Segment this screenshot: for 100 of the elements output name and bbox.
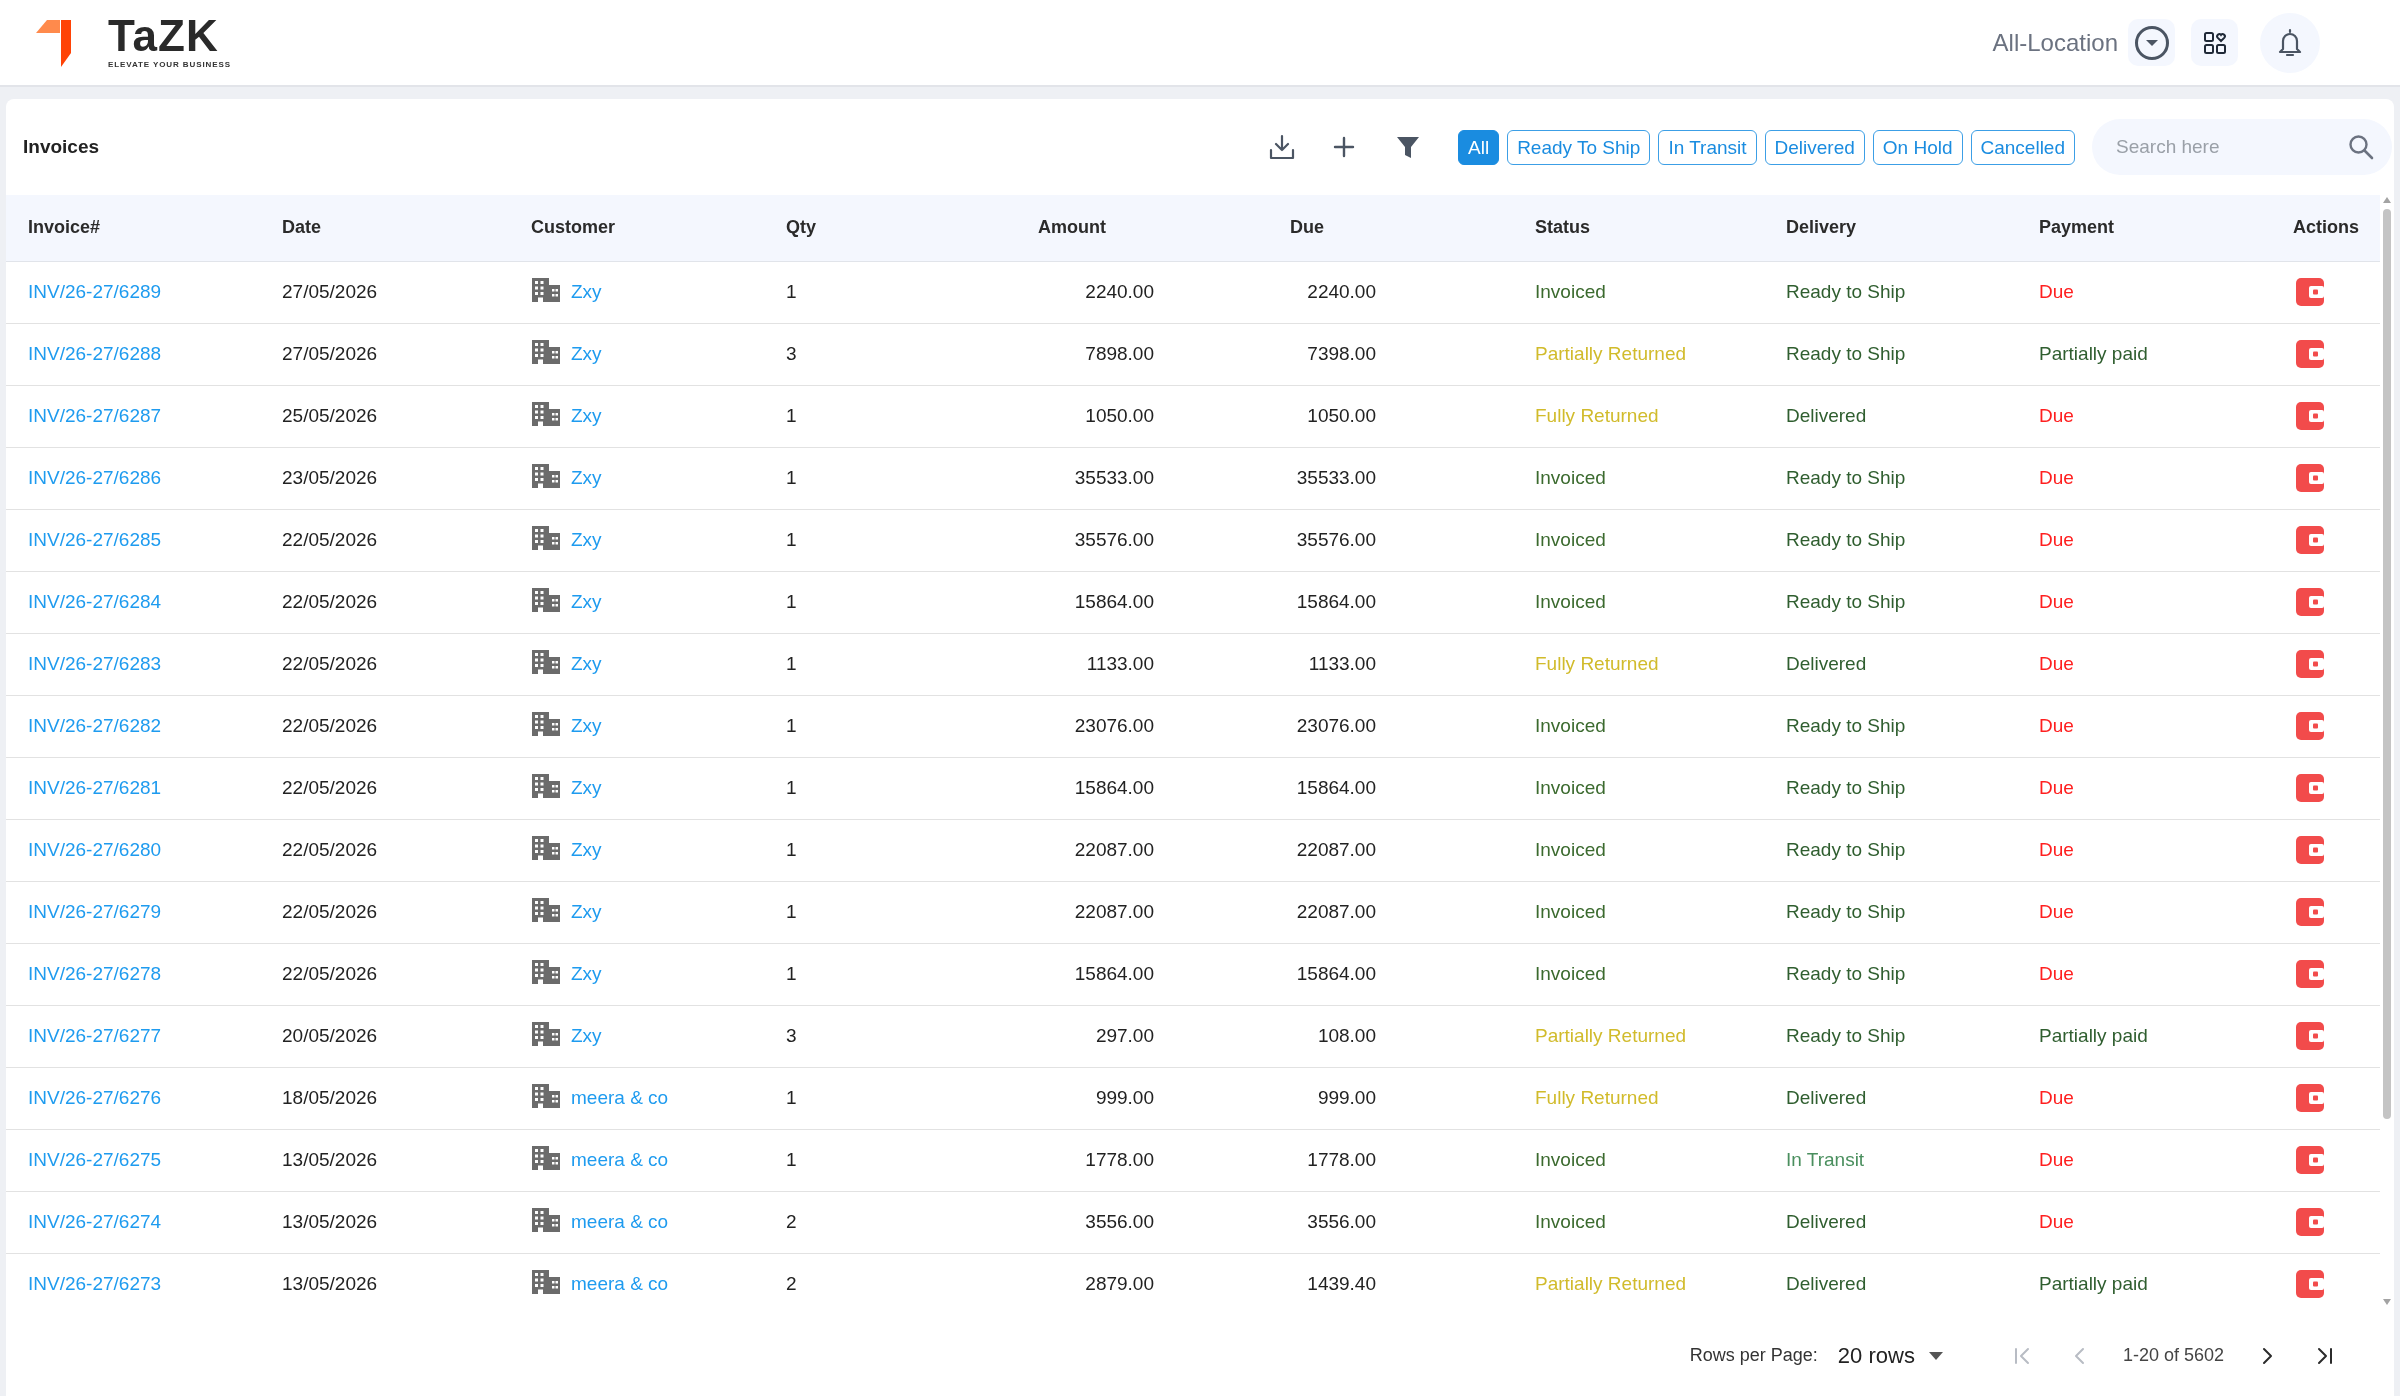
customer-link[interactable]: Zxy [571,343,602,365]
rows-per-page-label: Rows per Page: [1689,1344,1818,1367]
table-cell: Invoiced [1513,881,1764,943]
table-cell: Ready to Ship [1764,757,2017,819]
wallet-icon[interactable] [2296,402,2324,431]
invoice-link[interactable]: INV/26-27/6275 [28,1148,162,1170]
wallet-icon[interactable] [2296,836,2324,865]
invoice-link[interactable]: INV/26-27/6287 [28,404,162,426]
wallet-icon[interactable] [2296,650,2324,679]
customer-link[interactable]: Zxy [571,653,602,675]
customer-link[interactable]: Zxy [571,901,602,923]
invoice-link[interactable]: INV/26-27/6274 [28,1210,162,1232]
column-header: Date [260,195,509,261]
wallet-icon[interactable] [2296,340,2324,369]
invoice-link[interactable]: INV/26-27/6285 [28,528,162,550]
grid-heart-icon [2203,31,2226,54]
invoice-link[interactable]: INV/26-27/6277 [28,1024,162,1046]
wallet-icon[interactable] [2296,898,2324,927]
wallet-icon[interactable] [2296,588,2324,617]
table-cell: 22087.00 [964,819,1176,881]
invoice-link[interactable]: INV/26-27/6288 [28,342,162,364]
filter-tab[interactable]: Ready To Ship [1507,129,1651,165]
table-cell: 22/05/2026 [260,695,509,757]
customer-link[interactable]: Zxy [571,529,602,551]
invoice-link[interactable]: INV/26-27/6283 [28,652,162,674]
customer-link[interactable]: meera & co [571,1273,669,1295]
table-cell: Ready to Ship [1764,261,2017,323]
customer-link[interactable]: meera & co [571,1211,669,1233]
dropdown-circle-icon [2133,24,2170,61]
filter-tab[interactable]: In Transit [1658,129,1757,165]
table-cell: 1 [764,1067,964,1129]
table-cell: Invoiced [1513,757,1764,819]
table-cell: Invoiced [1513,447,1764,509]
wallet-icon[interactable] [2296,960,2324,989]
customer-link[interactable]: meera & co [571,1149,669,1171]
customer-link[interactable]: Zxy [571,281,602,303]
download-icon[interactable] [1268,133,1296,161]
rows-per-page-select[interactable]: 20 rows [1837,1339,1943,1372]
building-icon [531,959,561,986]
scrollbar-thumb[interactable] [2383,209,2391,1119]
invoice-link[interactable]: INV/26-27/6276 [28,1086,162,1108]
customer-link[interactable]: Zxy [571,839,602,861]
customer-link[interactable]: Zxy [571,467,602,489]
table-cell: 15864.00 [964,943,1176,1005]
table-cell: 1 [764,571,964,633]
column-header: Delivery [1764,195,2017,261]
table-cell: Ready to Ship [1764,881,2017,943]
invoice-link[interactable]: INV/26-27/6286 [28,466,162,488]
filter-tab[interactable]: On Hold [1872,129,1963,165]
customer-link[interactable]: meera & co [571,1087,669,1109]
table-cell: Ready to Ship [1764,819,2017,881]
table-cell: Partially Returned [1513,323,1764,385]
invoice-link[interactable]: INV/26-27/6289 [28,280,162,302]
wallet-icon[interactable] [2296,712,2324,741]
table-cell: 297.00 [964,1005,1176,1067]
table-cell: 2240.00 [1176,261,1513,323]
table-cell: Ready to Ship [1764,447,2017,509]
customer-link[interactable]: Zxy [571,591,602,613]
table-cell: 999.00 [1176,1067,1513,1129]
wallet-icon[interactable] [2296,464,2324,493]
wallet-icon[interactable] [2296,526,2324,555]
invoice-link[interactable]: INV/26-27/6280 [28,838,162,860]
table-cell: Delivered [1764,1191,2017,1253]
table-cell: 15864.00 [1176,943,1513,1005]
wallet-icon[interactable] [2296,1022,2324,1051]
scroll-up-icon[interactable] [2383,197,2391,203]
wallet-icon[interactable] [2296,1208,2324,1237]
column-header: Customer [509,195,764,261]
customer-link[interactable]: Zxy [571,1025,602,1047]
location-dropdown-button[interactable] [2128,19,2175,66]
logo-text: TaZK [108,15,220,56]
search-icon[interactable] [2348,134,2374,160]
invoice-link[interactable]: INV/26-27/6284 [28,590,162,612]
invoice-link[interactable]: INV/26-27/6282 [28,714,162,736]
table-cell: 2879.00 [964,1253,1176,1315]
customer-link[interactable]: Zxy [571,405,602,427]
invoice-link[interactable]: INV/26-27/6273 [28,1272,162,1294]
apps-button[interactable] [2191,19,2238,66]
customer-link[interactable]: Zxy [571,715,602,737]
wallet-icon[interactable] [2296,278,2324,307]
filter-tab[interactable]: All [1458,129,1500,165]
wallet-icon[interactable] [2296,1146,2324,1175]
location-label: All-Location [1992,27,2118,58]
search-field[interactable]: Search here [2092,119,2392,175]
customer-link[interactable]: Zxy [571,777,602,799]
scroll-down-icon[interactable] [2383,1299,2391,1305]
table-cell: Ready to Ship [1764,695,2017,757]
invoice-link[interactable]: INV/26-27/6281 [28,776,162,798]
table-cell: 22/05/2026 [260,757,509,819]
filter-tab[interactable]: Delivered [1764,129,1865,165]
wallet-icon[interactable] [2296,774,2324,803]
building-icon [531,773,561,800]
column-header: Amount [964,195,1176,261]
customer-link[interactable]: Zxy [571,963,602,985]
invoice-link[interactable]: INV/26-27/6278 [28,962,162,984]
wallet-icon[interactable] [2296,1084,2324,1113]
invoice-link[interactable]: INV/26-27/6279 [28,900,162,922]
filter-tab[interactable]: Cancelled [1970,129,2075,165]
table-cell: Due [2017,633,2271,695]
wallet-icon[interactable] [2296,1270,2324,1299]
